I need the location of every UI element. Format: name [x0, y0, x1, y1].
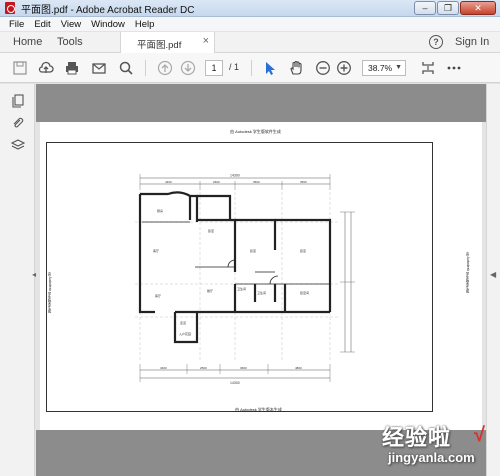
menu-window[interactable]: Window: [86, 19, 130, 30]
acrobat-app-icon: [5, 2, 15, 14]
menu-edit[interactable]: Edit: [29, 19, 55, 30]
room-label: 卫生间: [237, 286, 246, 291]
window-title-bar: 平面图.pdf - Adobe Acrobat Reader DC – ❐ ✕: [0, 0, 500, 17]
menu-help[interactable]: Help: [130, 19, 160, 30]
watermark-url: jingyanla.com: [388, 450, 475, 465]
zoom-in-icon[interactable]: [336, 60, 352, 76]
zoom-level-value: 38.7%: [368, 63, 393, 73]
page-number-input[interactable]: 1: [205, 60, 223, 76]
minimize-button[interactable]: –: [414, 1, 436, 15]
toolbar: 1 / 1 38.7% ▼: [0, 53, 500, 83]
check-mark-icon: √: [474, 424, 485, 446]
restore-button[interactable]: ❐: [437, 1, 459, 15]
email-icon[interactable]: [91, 60, 107, 76]
dim-top-3: 3500: [253, 180, 260, 184]
room-label: 卧室: [250, 248, 256, 253]
dim-bottom-3: 3600: [240, 366, 247, 370]
page-gap-top: [36, 84, 486, 122]
layers-icon[interactable]: [10, 138, 26, 152]
room-label: 卧室: [208, 228, 214, 233]
save-icon[interactable]: [12, 60, 28, 76]
more-options-icon[interactable]: [446, 60, 462, 76]
select-cursor-icon[interactable]: [262, 60, 278, 76]
help-icon[interactable]: ?: [429, 35, 443, 49]
expand-right-panel-arrow[interactable]: ◀: [490, 270, 496, 279]
watermark-logo: 经验啦 √ jingyanla.com: [382, 416, 496, 472]
nav-tools[interactable]: Tools: [57, 36, 83, 48]
page-thumbnails-icon[interactable]: [11, 94, 25, 108]
dim-bottom-4: 4800: [295, 366, 302, 370]
zoom-level-select[interactable]: 38.7% ▼: [362, 60, 406, 76]
room-label: 餐厅: [207, 288, 213, 293]
room-label: 卧室间: [300, 290, 309, 295]
close-button[interactable]: ✕: [460, 1, 496, 15]
room-label: 入户花园: [179, 331, 191, 336]
menu-file[interactable]: File: [4, 19, 29, 30]
toolbar-separator: [145, 60, 146, 76]
sheet-title: 由 Autodesk 学生版软件生成: [230, 129, 281, 134]
dim-top-1: 4400: [165, 180, 172, 184]
dim-bottom-2: 2500: [200, 366, 207, 370]
dim-top-total: 14300: [230, 174, 240, 178]
left-side-panel: ◀: [0, 84, 38, 476]
room-label: 走道: [180, 320, 186, 325]
room-label: 厨房: [157, 208, 163, 213]
dim-bottom-1: 3400: [160, 366, 167, 370]
zoom-out-icon[interactable]: [315, 60, 331, 76]
search-icon[interactable]: [118, 60, 134, 76]
window-title: 平面图.pdf - Adobe Acrobat Reader DC: [21, 4, 195, 16]
floor-plan-drawing: 14300 4400 2600 3500 3500 3400 2500 3600…: [135, 174, 355, 385]
document-tab[interactable]: 平面图.pdf ×: [120, 32, 215, 53]
dim-bottom-total: 14300: [230, 381, 240, 385]
menu-view[interactable]: View: [56, 19, 86, 30]
previous-page-icon[interactable]: [157, 60, 173, 76]
next-page-icon[interactable]: [180, 60, 196, 76]
sheet-footer: 由 Autodesk 学生版本生成: [235, 407, 282, 412]
print-icon[interactable]: [64, 60, 80, 76]
dim-top-2: 2600: [213, 180, 220, 184]
sheet-side-text-right: 由 Autodesk 学生版本生成: [466, 252, 470, 294]
nav-bar: Home Tools 平面图.pdf × ? Sign In: [0, 32, 500, 53]
nav-home[interactable]: Home: [13, 36, 42, 48]
hand-tool-icon[interactable]: [288, 60, 304, 76]
fit-page-icon[interactable]: [420, 60, 436, 76]
chevron-down-icon: ▼: [395, 64, 402, 71]
sheet-side-text-left: 由 Autodesk 学生版本生成: [48, 272, 52, 314]
attachment-icon[interactable]: [11, 116, 25, 130]
toolbar-separator: [251, 60, 252, 76]
room-label: 客厅: [155, 293, 161, 298]
upload-cloud-icon[interactable]: [38, 60, 54, 76]
room-label: 卫生间: [257, 290, 266, 295]
pdf-page: 由 Autodesk 学生版软件生成 由 Autodesk 学生版本生成 由 A…: [40, 122, 482, 430]
room-label: 客厅: [153, 248, 159, 253]
sign-in-link[interactable]: Sign In: [455, 36, 489, 48]
menu-bar: File Edit View Window Help: [0, 17, 500, 32]
dim-top-4: 3500: [300, 180, 307, 184]
document-tab-label: 平面图.pdf: [137, 40, 182, 51]
watermark-text: 经验啦: [382, 425, 452, 450]
room-label: 卧室: [300, 248, 306, 253]
close-tab-icon[interactable]: ×: [203, 35, 209, 47]
page-total: / 1: [229, 62, 240, 72]
